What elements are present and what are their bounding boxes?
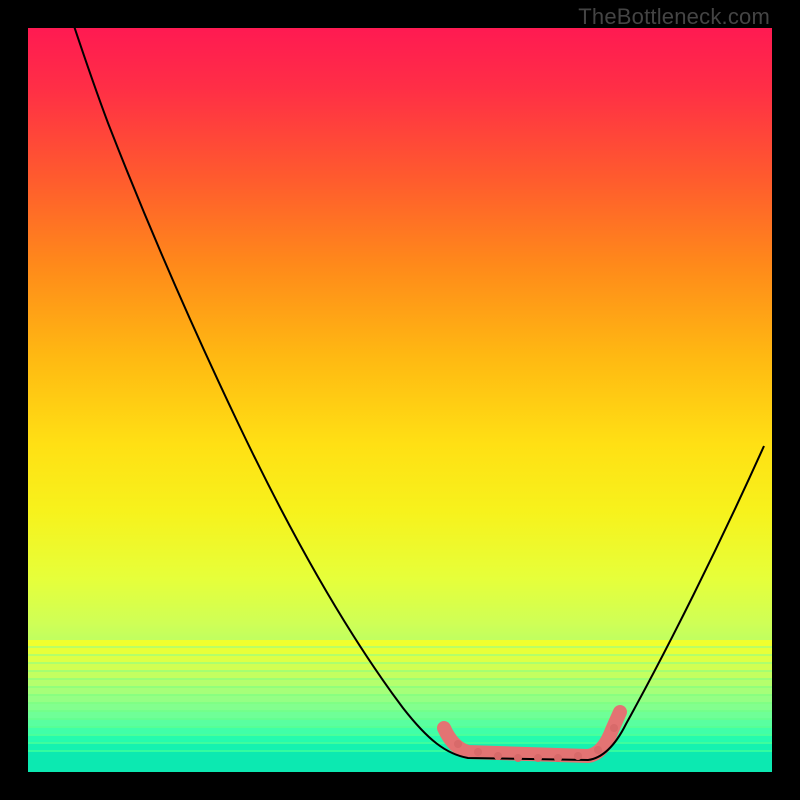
watermark-text: TheBottleneck.com <box>578 4 770 30</box>
chart-svg <box>28 28 772 772</box>
bottleneck-curve <box>73 28 764 760</box>
chart-stage: TheBottleneck.com <box>0 0 800 800</box>
trough-highlight <box>444 712 620 756</box>
plot-area <box>28 28 772 772</box>
